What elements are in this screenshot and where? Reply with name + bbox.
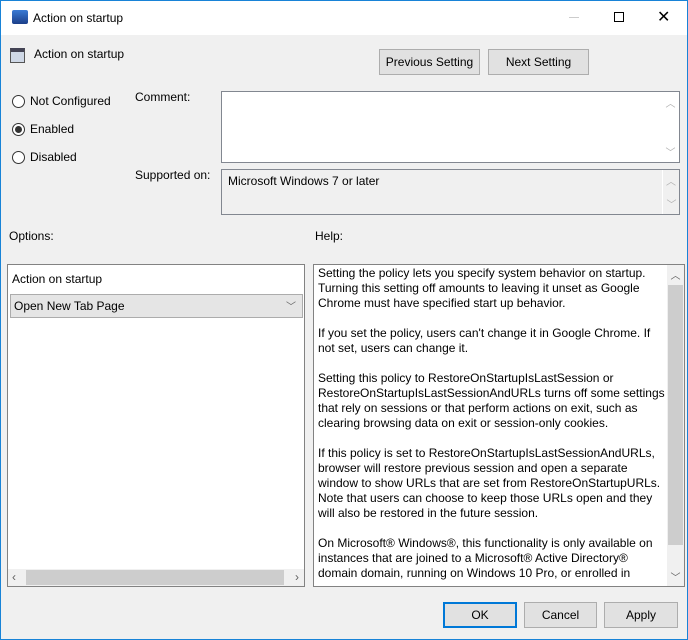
supported-on-label: Supported on: [135,168,211,182]
scroll-down-icon[interactable]: ﹀ [663,196,680,211]
scrollbar-thumb[interactable] [668,285,683,545]
options-panel: Action on startup Open New Tab Page ﹀ ‹ … [7,264,305,587]
policy-icon [10,48,25,63]
scroll-up-icon[interactable]: ︿ [663,173,679,188]
help-label: Help: [315,229,344,243]
radio-enabled[interactable] [12,123,25,136]
comment-input[interactable]: ︿ ﹀ [221,91,680,163]
scrollbar-thumb[interactable] [26,570,284,585]
supported-scrollbar[interactable]: ︿ ﹀ [662,170,679,214]
radio-not-configured[interactable] [12,95,25,108]
scroll-up-icon[interactable]: ︿ [667,267,684,282]
policy-dialog: Action on startup ✕ Action on startup Pr… [0,0,688,640]
radio-disabled-label[interactable]: Disabled [30,150,77,164]
scroll-left-icon[interactable]: ‹ [12,570,16,584]
supported-on-value: Microsoft Windows 7 or later [228,174,380,188]
scroll-right-icon[interactable]: › [295,570,299,584]
policy-name: Action on startup [34,47,125,61]
scroll-down-icon[interactable]: ﹀ [662,144,679,159]
cancel-button[interactable]: Cancel [524,602,597,628]
comment-label: Comment: [135,90,191,104]
minimize-icon[interactable] [569,17,579,18]
chevron-down-icon: ﹀ [286,302,296,313]
horizontal-scrollbar[interactable]: ‹ › [8,569,304,586]
help-paragraph: Setting this policy to RestoreOnStartupI… [318,371,665,430]
help-paragraph: Setting the policy lets you specify syst… [318,266,646,310]
scroll-up-icon[interactable]: ︿ [662,95,679,110]
radio-enabled-label[interactable]: Enabled [30,122,74,136]
options-label: Options: [9,229,54,243]
radio-disabled[interactable] [12,151,25,164]
apply-button[interactable]: Apply [604,602,678,628]
supported-on-field: Microsoft Windows 7 or later ︿ ﹀ [221,169,680,215]
previous-setting-button[interactable]: Previous Setting [379,49,480,75]
window-title: Action on startup [33,11,124,25]
title-bar: Action on startup ✕ [1,1,687,35]
help-scrollbar[interactable]: ︿ ﹀ [667,265,684,586]
maximize-icon[interactable] [614,12,624,22]
help-paragraph: If you set the policy, users can't chang… [318,326,651,355]
radio-not-configured-label[interactable]: Not Configured [30,94,111,108]
action-on-startup-dropdown[interactable]: Open New Tab Page ﹀ [10,294,303,318]
options-field-label: Action on startup [12,272,103,286]
close-icon[interactable]: ✕ [657,7,670,27]
ok-button[interactable]: OK [443,602,517,628]
scroll-down-icon[interactable]: ﹀ [667,569,684,584]
comment-scrollbar[interactable]: ︿ ﹀ [662,92,679,162]
app-icon [12,10,28,24]
help-paragraph: On Microsoft® Windows®, this functionali… [318,536,653,580]
next-setting-button[interactable]: Next Setting [488,49,589,75]
help-paragraph: If this policy is set to RestoreOnStartu… [318,446,661,520]
dropdown-value: Open New Tab Page [14,299,125,313]
help-panel: ︿ ﹀ Setting the policy lets you specify s… [313,264,685,587]
